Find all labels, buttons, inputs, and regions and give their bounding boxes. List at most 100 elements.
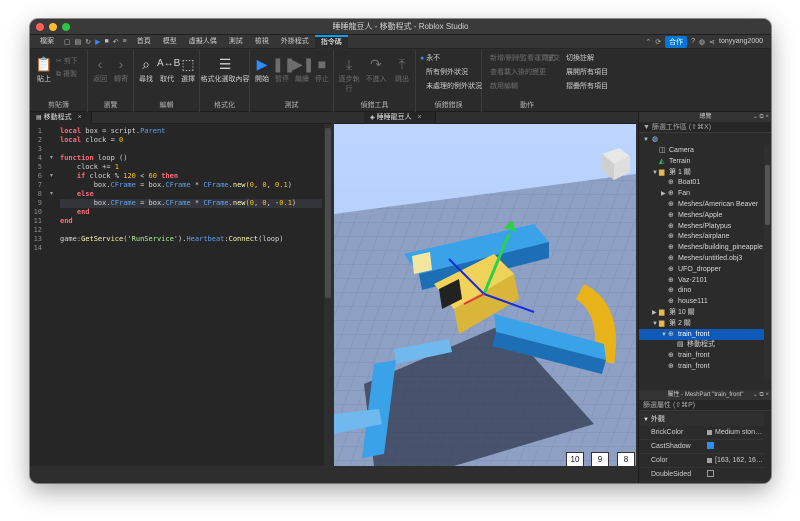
code-line[interactable] (60, 244, 322, 253)
property-value[interactable] (707, 440, 765, 454)
explorer-item[interactable]: ⊕ UFO_dropper (639, 264, 764, 275)
cut-button[interactable]: ✂ 剪下 (56, 56, 78, 66)
forward-button[interactable]: › 轉寄 (111, 56, 131, 84)
property-row[interactable]: DoubleSided (639, 468, 764, 482)
minimize-window-button[interactable] (49, 23, 57, 31)
explorer-item[interactable]: ⊕ Vaz-2101 (639, 275, 764, 286)
open-file-icon[interactable]: ▤ (75, 38, 82, 46)
explorer-item[interactable]: ◭ Terrain (639, 156, 764, 167)
explorer-item[interactable]: ⊕ Meshes/American Beaver (639, 199, 764, 210)
code-line[interactable]: clock += 1 (60, 163, 322, 172)
undo-icon[interactable]: ↶ (113, 38, 119, 46)
tab-test[interactable]: 測試 (223, 35, 249, 49)
explorer-item[interactable]: ⊕ train_front (639, 350, 764, 361)
checkbox[interactable] (707, 441, 714, 449)
replace-button[interactable]: A↔B 取代 (157, 56, 180, 84)
enable-edit-button[interactable]: 啟用編輯 (490, 81, 518, 91)
property-row[interactable]: CastShadow (639, 440, 764, 454)
code-line[interactable]: if clock % 120 < 60 then (60, 172, 322, 181)
property-value[interactable]: Medium ston… (707, 426, 765, 440)
3d-scene[interactable]: 10 9 8 (334, 124, 636, 466)
explorer-item[interactable]: ▤ 移動程式 (639, 339, 764, 350)
step-over-button[interactable]: ↷ 不進入 (364, 56, 388, 84)
explorer-item[interactable]: ⊕ house111 (639, 296, 764, 307)
explorer-item[interactable]: ⊕ Meshes/airplane (639, 231, 764, 242)
property-value[interactable] (707, 468, 765, 482)
chevron-right-icon[interactable]: ▶ (661, 189, 668, 199)
code-line[interactable] (60, 226, 322, 235)
stop-icon[interactable]: ■ (105, 38, 109, 45)
play-button[interactable]: ▶ 開始 (252, 56, 272, 84)
pause-button[interactable]: ❚❚ 暫停 (272, 56, 295, 84)
zoom-window-button[interactable] (62, 23, 70, 31)
commit-button[interactable]: 提交 (546, 53, 560, 63)
viewport-tab[interactable]: ◈ 睡睡龍豆人 × (364, 112, 436, 124)
stop-button[interactable]: ■ 停止 (312, 56, 332, 84)
step-into-button[interactable]: ⤓ 逐步執行 (336, 56, 362, 94)
chevron-down-icon[interactable]: ▼ (643, 135, 650, 145)
paste-button[interactable]: 📋 貼上 (35, 56, 53, 84)
explorer-item[interactable]: ▼▆ 第 2 關 (639, 318, 764, 329)
refresh-icon[interactable]: ↻ (85, 38, 91, 46)
tab-plugins[interactable]: 外掛程式 (275, 35, 315, 49)
code-line[interactable]: box.CFrame = box.CFrame * CFrame.new(0, … (60, 199, 322, 208)
explorer-item[interactable]: ⊕ Meshes/building_pineapple (639, 242, 764, 253)
code-line[interactable]: end (60, 217, 322, 226)
more-icon[interactable]: ≡ (123, 38, 127, 45)
close-icon[interactable]: × (78, 114, 82, 121)
script-tab[interactable]: ▤ 移動程式 × (30, 112, 92, 124)
explorer-scroll-thumb[interactable] (765, 165, 770, 225)
explorer-item[interactable]: ⊕ Meshes/Platypus (639, 221, 764, 232)
panel-controls-icon[interactable]: ⌄ ⧉ × (753, 390, 769, 400)
close-window-button[interactable] (36, 23, 44, 31)
format-selection-button[interactable]: ☰ 格式化選取內容 (200, 56, 250, 84)
code-line[interactable]: end (60, 208, 322, 217)
code-line[interactable]: local box = script.Parent (60, 127, 322, 136)
explorer-item[interactable]: ⊕ Boat01 (639, 177, 764, 188)
play-icon[interactable]: ▶ (95, 38, 100, 46)
globe-icon[interactable]: ◍ (699, 38, 705, 46)
select-button[interactable]: ⬚ 選擇 (178, 56, 198, 84)
editor-scroll-thumb[interactable] (325, 128, 331, 298)
copy-button[interactable]: ⧉ 複製 (56, 69, 77, 79)
break-all-exceptions-option[interactable]: 所有例外狀況 (426, 67, 468, 77)
explorer-item[interactable]: ▼⊕ train_front (639, 328, 764, 340)
explorer-item[interactable]: ⊕ Meshes/Apple (639, 210, 764, 221)
chevron-down-icon[interactable]: ▼ (652, 168, 659, 178)
code-line[interactable] (60, 145, 322, 154)
workspace-row[interactable]: ▼ ◍ (639, 134, 764, 145)
explorer-item[interactable]: ⊕ Meshes/untitled.obj3 (639, 253, 764, 264)
username[interactable]: tonyyang2000 (719, 38, 763, 45)
editor-scrollbar[interactable] (324, 124, 332, 466)
file-menu[interactable]: 檔案 (34, 35, 60, 49)
explorer-item[interactable]: ◫ Camera (639, 145, 764, 156)
chevron-down-icon[interactable]: ▼ (652, 319, 659, 329)
tab-script[interactable]: 指令碼 (314, 34, 348, 49)
property-row[interactable]: Color [163, 162, 16… (639, 454, 764, 468)
code-line[interactable]: game:GetService('RunService').Heartbeat:… (60, 235, 322, 244)
collapse-all-button[interactable]: 摺疊所有項目 (566, 81, 608, 91)
chevron-down-icon[interactable]: ▼ (661, 330, 668, 340)
fold-toggle-icon[interactable]: ▾ (50, 172, 53, 179)
properties-filter-input[interactable]: 篩選屬性 (⇧⌘P) (639, 400, 771, 411)
tab-avatar[interactable]: 虛擬人偶 (183, 35, 223, 49)
break-unhandled-option[interactable]: 未處理的例外狀況 (426, 81, 482, 91)
checkbox[interactable] (707, 469, 714, 477)
panel-controls-icon[interactable]: ⌄ ⧉ × (753, 112, 769, 122)
fold-toggle-icon[interactable]: ▾ (50, 154, 53, 161)
property-row[interactable]: BrickColor Medium ston… (639, 426, 764, 440)
explorer-scrollbar[interactable] (764, 145, 771, 379)
resume-button[interactable]: ▶❚ 繼續 (292, 56, 315, 84)
tab-model[interactable]: 模型 (157, 35, 183, 49)
explorer-item[interactable]: ⊕ dino (639, 285, 764, 296)
new-file-icon[interactable]: ▢ (64, 38, 71, 46)
appearance-section[interactable]: ▼ 外觀 (639, 413, 764, 426)
expand-all-button[interactable]: 展開所有項目 (566, 67, 608, 77)
find-button[interactable]: ⌕ 尋找 (136, 56, 156, 84)
collaborate-button[interactable]: 合作 (665, 35, 688, 48)
code-line[interactable]: function loop () (60, 154, 322, 163)
property-value[interactable]: [163, 162, 16… (707, 454, 765, 468)
back-button[interactable]: ‹ 返回 (90, 56, 110, 84)
tab-view[interactable]: 檢視 (249, 35, 275, 49)
share-icon[interactable]: ⋖ (709, 38, 715, 46)
